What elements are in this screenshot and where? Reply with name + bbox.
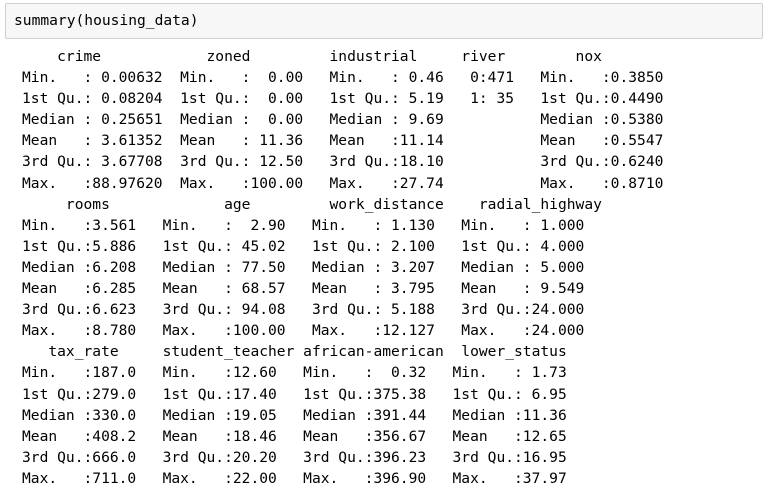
output-line: Median :6.208 Median : 77.50 Median : 3.… — [22, 258, 602, 276]
output-line: 3rd Qu.: 3.67708 3rd Qu.: 12.50 3rd Qu.:… — [22, 153, 681, 171]
output-line: Min. : 0.00632 Min. : 0.00 Min. : 0.46 0… — [22, 69, 681, 87]
output-line: Median :330.0 Median :19.05 Median :391.… — [22, 406, 585, 424]
output-line: 1st Qu.:5.886 1st Qu.: 45.02 1st Qu.: 2.… — [22, 237, 602, 255]
output-header-line: crime zoned industrial river nox — [22, 48, 673, 65]
output-line: 3rd Qu.:6.623 3rd Qu.: 94.08 3rd Qu.: 5.… — [22, 301, 602, 319]
code-input-cell[interactable]: summary(housing_data) — [5, 3, 763, 39]
code-input-text[interactable]: summary(housing_data) — [14, 12, 199, 30]
output-line: Min. :3.561 Min. : 2.90 Min. : 1.130 Min… — [22, 216, 602, 234]
output-line: 3rd Qu.:666.0 3rd Qu.:20.20 3rd Qu.:396.… — [22, 448, 585, 466]
output-line: 1st Qu.:279.0 1st Qu.:17.40 1st Qu.:375.… — [22, 385, 585, 403]
summary-output: crime zoned industrial river nox Min. : … — [22, 46, 762, 492]
output-header-line: tax_rate student_teacher african-america… — [22, 343, 585, 361]
output-line: Mean :6.285 Mean : 68.57 Mean : 3.795 Me… — [22, 280, 602, 298]
output-line: 1st Qu.: 0.08204 1st Qu.: 0.00 1st Qu.: … — [22, 90, 681, 108]
output-line: Max. :8.780 Max. :100.00 Max. :12.127 Ma… — [22, 322, 602, 340]
output-line: Max. :711.0 Max. :22.00 Max. :396.90 Max… — [22, 469, 585, 487]
output-header-line: rooms age work_distance radial_highway — [22, 195, 620, 213]
output-line: Median : 0.25651 Median : 0.00 Median : … — [22, 111, 681, 129]
output-line: Min. :187.0 Min. :12.60 Min. : 0.32 Min.… — [22, 364, 585, 382]
output-line: Mean :408.2 Mean :18.46 Mean :356.67 Mea… — [22, 427, 585, 445]
output-line: Mean : 3.61352 Mean : 11.36 Mean :11.14 … — [22, 132, 681, 150]
output-line: Max. :88.97620 Max. :100.00 Max. :27.74 … — [22, 174, 681, 192]
